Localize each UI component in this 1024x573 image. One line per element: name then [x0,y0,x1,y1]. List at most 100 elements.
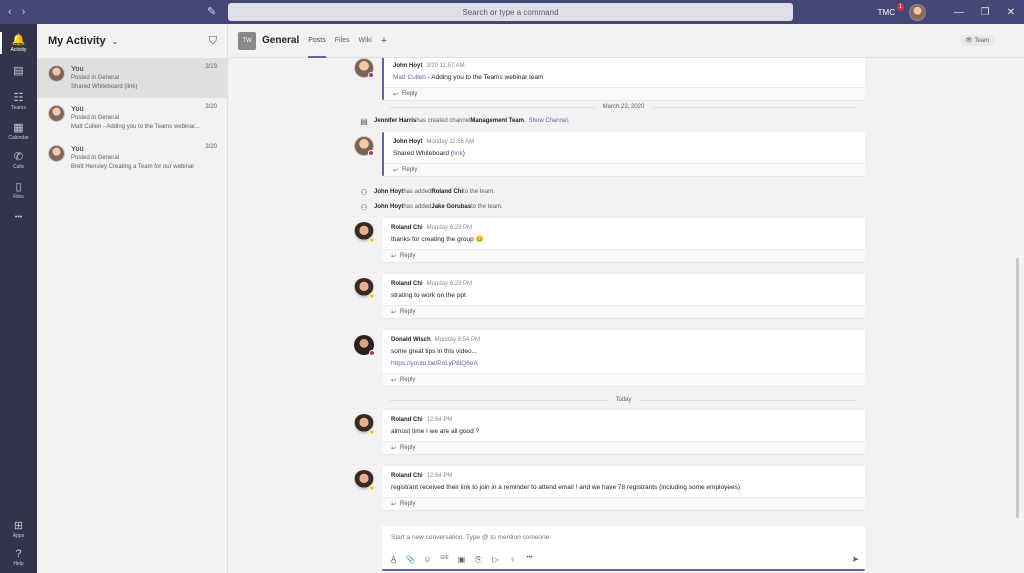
avatar [48,145,65,162]
more-options-icon[interactable]: ••• [524,555,535,565]
apps-icon: ⊞ [13,519,24,532]
status-away-icon [369,485,375,491]
system-target: Roland Chi [431,189,464,195]
user-initials[interactable]: TMC 1 [878,2,904,17]
send-icon[interactable]: ➤ [851,554,859,565]
avatar[interactable] [354,335,375,356]
rail-more[interactable]: ••• [0,203,37,233]
avatar[interactable] [354,414,375,435]
activity-preview: Matt Cullen - Adding you to the Teams we… [71,124,200,130]
scrollbar-thumb[interactable] [1016,258,1019,518]
date-divider-text: March 23, 2020 [602,104,645,110]
status-away-icon [369,237,375,243]
rail-help[interactable]: ? Help [0,542,37,572]
rail-chat[interactable]: ▤ [0,56,37,86]
message-card[interactable]: Roland Chi Monday 6:23 PM thanks for crea… [382,218,865,262]
reply-button[interactable]: ↩ Reply [382,373,865,386]
system-target: Management Team [470,118,524,124]
avatar[interactable] [354,136,374,156]
reply-button[interactable]: ↩ Reply [384,163,865,176]
activity-name: You [71,144,84,153]
compose-box[interactable]: A̲ 📎 ☺ GIF ▣ ⎘ ▷ ♀ ••• ➤ [382,526,865,571]
system-actor: John Hoyt [374,204,404,210]
maximize-icon[interactable]: ❐ [972,7,998,18]
message-card[interactable]: John Hoyt Monday 11:56 AM Shared Whiteboa… [382,132,865,176]
phone-icon: ✆ [13,150,24,163]
reply-button[interactable]: ↩ Reply [382,497,865,510]
activity-preview: Brett Hensley Creating a Team for our we… [71,164,195,170]
reply-label: Reply [402,167,418,173]
rail-label: Activity [10,46,27,53]
tab-posts[interactable]: Posts [308,24,326,58]
system-text-end: to the team. [471,204,503,210]
message-card[interactable]: Roland Chi 12:54 PM almost time ! we are … [382,410,865,454]
reply-button[interactable]: ↩ Reply [384,87,865,100]
video-link[interactable]: https://youtu.be/PoLyP8lQ6eA [391,360,478,367]
praise-icon[interactable]: ♀ [507,555,518,565]
message-text: - Adding you to the Teams webinar team [425,74,544,81]
activity-name: You [71,104,84,113]
minimize-icon[interactable]: — [946,7,972,18]
reply-icon: ↩ [391,377,397,384]
avatar[interactable] [354,222,375,243]
activity-name: You [71,64,84,73]
rail-teams[interactable]: ☷ Teams [0,86,37,116]
mention-link[interactable]: Matt Cullen [393,74,426,81]
profile-avatar[interactable] [909,3,926,21]
show-channel-link[interactable]: Show Channel. [529,118,570,124]
reply-button[interactable]: ↩ Reply [382,441,865,454]
meet-icon[interactable]: ⎘ [473,555,484,565]
tab-files[interactable]: Files [335,24,350,58]
rail-files[interactable]: ▯ Files [0,175,37,205]
activity-item[interactable]: You Posted in General Matt Cullen - Addi… [37,98,227,138]
message-card[interactable]: John Hoyt 3/20 11:57 AM Matt Cullen - Add… [382,58,865,100]
scrollbar[interactable] [1014,58,1024,573]
avatar[interactable] [354,470,375,491]
rail-calls[interactable]: ✆ Calls [0,145,37,175]
message-text: almost time ! we are all good ? [391,428,480,435]
system-message: ⚇ John Hoyt has added Roland Chi to the … [354,187,494,197]
activity-item[interactable]: You Posted in General Shared Whiteboard … [37,58,227,98]
reply-button[interactable]: ↩ Reply [382,249,865,262]
message-author: John Hoyt [393,139,423,145]
date-divider: March 23, 2020 [382,102,865,112]
sticker-icon[interactable]: ▣ [456,555,467,565]
message-text-end: ) [462,150,465,157]
search-bar[interactable]: Search or type a command [228,3,793,21]
emoji-icon[interactable]: ☺ [422,555,433,565]
close-icon[interactable]: ✕ [998,7,1024,18]
new-chat-icon[interactable]: ✎ [207,5,216,18]
message-text: thanks for creating the group [391,236,476,243]
attach-icon[interactable]: 📎 [405,555,416,565]
avatar[interactable] [354,58,374,78]
avatar[interactable] [354,278,375,299]
team-button[interactable]: 👁 Team [960,35,994,46]
back-arrow-icon[interactable]: ‹ [8,6,12,18]
message-author: Donald Wisch [391,337,431,343]
tab-wiki[interactable]: Wiki [359,24,372,58]
message-card[interactable]: Roland Chi Monday 6:23 PM strating to wor… [382,274,865,318]
format-icon[interactable]: A̲ [388,555,399,565]
whiteboard-link[interactable]: link [453,150,463,157]
gif-icon[interactable]: GIF [439,555,450,565]
rail-apps[interactable]: ⊞ Apps [0,514,37,544]
new-conversation-input[interactable] [391,534,851,541]
member-added-icon: ⚇ [360,187,368,197]
rail-activity[interactable]: 🔔 Activity [0,28,37,58]
rail-label: Teams [11,104,26,111]
rail-calendar[interactable]: ▦ Calendar [0,116,37,146]
activity-item[interactable]: You Posted in General Brett Hensley Crea… [37,138,227,178]
activity-header[interactable]: My Activity ⌄ [37,24,227,58]
channel-name: General [262,35,300,46]
message-card[interactable]: Roland Chi 12:54 PM registrant received t… [382,466,865,510]
forward-arrow-icon[interactable]: › [22,6,26,18]
filter-icon[interactable]: ⛉ [209,35,217,48]
message-card[interactable]: Donald Wisch Monday 8:54 PM some great ti… [382,330,865,386]
message-time: Monday 11:56 AM [426,139,475,145]
compose-toolbar: A̲ 📎 ☺ GIF ▣ ⎘ ▷ ♀ ••• [388,555,535,565]
add-tab-icon[interactable]: + [381,35,387,47]
message-time: 3/20 11:57 AM [426,63,465,69]
message-author: John Hoyt [393,63,423,69]
stream-icon[interactable]: ▷ [490,555,501,565]
reply-button[interactable]: ↩ Reply [382,305,865,318]
